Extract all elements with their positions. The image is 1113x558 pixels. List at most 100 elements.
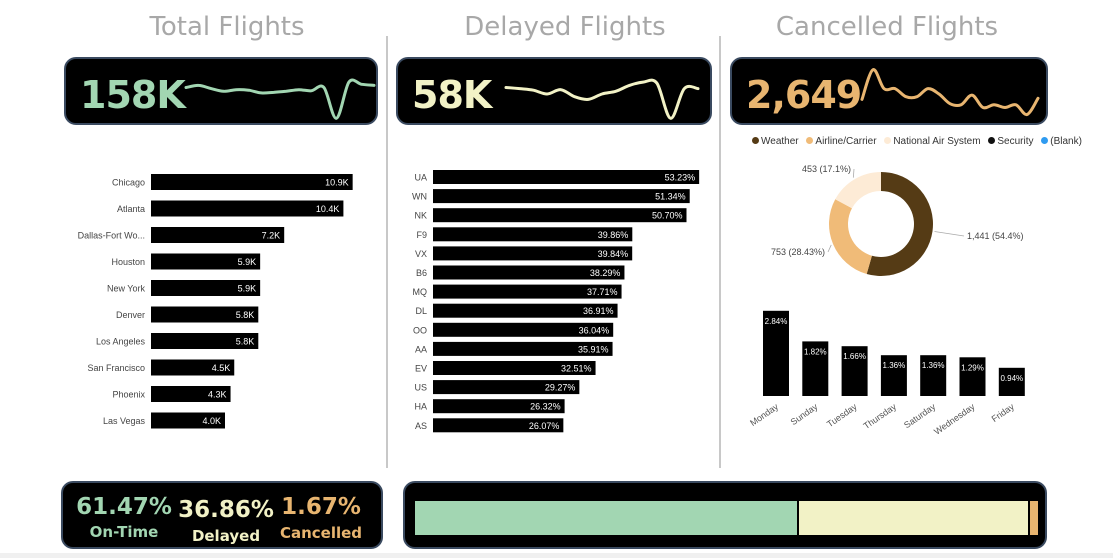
category-label: UA [414, 173, 427, 183]
legend-item-weather[interactable]: Weather [752, 136, 799, 147]
category-label: Tuesday [825, 401, 859, 429]
sparkline-path [504, 78, 700, 120]
category-label: B6 [416, 268, 427, 278]
category-label: San Francisco [87, 363, 145, 373]
bar-value-label: 5.9K [238, 257, 257, 267]
bar-value-label: 50.70% [652, 211, 683, 221]
bar-value-label: 4.5K [212, 363, 231, 373]
category-label: VX [415, 249, 427, 259]
bar-value-label: 51.34% [655, 192, 686, 202]
category-label: NK [414, 211, 427, 221]
category-label: HA [414, 402, 427, 412]
bar[interactable] [433, 170, 700, 184]
divider-left [386, 36, 388, 468]
cancelled-flights-card[interactable]: 2,649 [730, 57, 1048, 125]
category-label: Phoenix [112, 390, 145, 400]
donut-slice-label: 453 (17.1%) [802, 164, 851, 174]
bar-value-label: 2.84% [765, 317, 788, 326]
bar-value-label: 37.71% [587, 287, 618, 297]
carrier-delay-bar-chart: UA 53.23% WN 51.34% NK 50.70% F9 39.86% VX 39.84%… [412, 170, 700, 433]
total-flights-value: 158K [80, 73, 186, 117]
legend-item-nas[interactable]: National Air System [884, 136, 981, 147]
day-of-week-bar-chart: 2.84% Monday 1.82% Sunday 1.66% Tuesday 1.36% T… [748, 310, 1025, 437]
category-label: WN [412, 192, 427, 202]
delayed-percentage: 36.86% [178, 497, 274, 523]
bar-value-label: 4.3K [208, 390, 227, 400]
donut-slice[interactable] [835, 172, 881, 209]
legend-item-airline[interactable]: Airline/Carrier [806, 136, 877, 147]
bar-value-label: 53.23% [665, 173, 696, 183]
delayed-flights-value: 58K [412, 73, 492, 117]
delayed-segment[interactable] [799, 501, 1028, 535]
bar-value-label: 10.9K [325, 178, 349, 188]
sparkline-path [860, 68, 1040, 117]
category-label: Houston [111, 257, 145, 267]
divider-right [719, 36, 721, 468]
donut-slice-label: 753 (28.43%) [771, 247, 825, 257]
donut-leader-line [934, 231, 965, 237]
legend-label-weather: Weather [761, 136, 799, 147]
bar-value-label: 38.29% [590, 268, 621, 278]
total-flights-title: Total Flights [149, 12, 305, 42]
category-label: Saturday [902, 401, 938, 430]
bar-value-label: 26.07% [529, 421, 560, 431]
category-label: Wednesday [932, 401, 977, 437]
cancelled-percentage: 1.67% [281, 494, 361, 520]
legend-label-blank: (Blank) [1050, 136, 1082, 147]
bar-value-label: 1.29% [961, 363, 984, 372]
category-label: MQ [413, 287, 428, 297]
category-label: Thursday [862, 401, 899, 431]
total-flights-card[interactable]: 158K [64, 57, 378, 125]
ontime-segment[interactable] [415, 501, 798, 535]
page-footer-line [0, 553, 1113, 558]
category-label: Dallas-Fort Wo... [78, 231, 145, 241]
bar-value-label: 5.8K [236, 310, 255, 320]
category-label: US [414, 383, 427, 393]
category-label: Friday [990, 401, 1017, 424]
legend-item-blank[interactable]: (Blank) [1041, 136, 1082, 147]
legend-dot-blank [1041, 137, 1049, 144]
cancelled-segment[interactable] [1029, 501, 1038, 535]
category-label: New York [107, 284, 146, 294]
summary-card[interactable]: 61.47% On-Time 36.86% Delayed 1.67% Canc… [61, 481, 383, 549]
bar-value-label: 7.2K [262, 231, 281, 241]
category-label: F9 [416, 230, 427, 240]
city-bar-chart: Chicago 10.9K Atlanta 10.4K Dallas-Fort Wo..… [78, 174, 353, 429]
cancelled-flights-value: 2,649 [746, 73, 862, 117]
donut-leader-line [827, 244, 832, 253]
legend-label-nas: National Air System [893, 136, 981, 147]
legend-dot-weather [752, 137, 759, 144]
bar-value-label: 1.66% [843, 352, 866, 361]
bar-value-label: 29.27% [545, 383, 576, 393]
bar[interactable] [433, 189, 690, 204]
bar-value-label: 36.04% [579, 325, 610, 335]
bar[interactable] [151, 200, 344, 217]
delayed-label: Delayed [191, 527, 261, 545]
ontime-label: On-Time [89, 523, 159, 541]
flight-status-stacked-bar[interactable] [403, 481, 1047, 549]
legend-label-airline: Airline/Carrier [815, 136, 877, 147]
bar[interactable] [433, 208, 687, 223]
category-label: DL [415, 306, 427, 316]
legend-dot-security [988, 137, 996, 144]
category-label: Chicago [112, 178, 145, 188]
legend-dot-nas [884, 137, 892, 144]
legend-item-security[interactable]: Security [988, 136, 1033, 147]
ontime-percentage: 61.47% [76, 494, 172, 520]
bar[interactable] [151, 174, 353, 190]
bar-value-label: 1.36% [883, 361, 906, 370]
cancelled-flights-sparkline [860, 68, 1040, 117]
bar-value-label: 35.91% [578, 344, 609, 354]
bar-value-label: 39.86% [598, 230, 629, 240]
cancelled-flights-title: Cancelled Flights [775, 12, 999, 42]
donut-slice-label: 1,441 (54.4%) [967, 231, 1024, 241]
category-label: Atlanta [117, 204, 145, 214]
bar-value-label: 10.4K [316, 204, 340, 214]
cancellation-donut-chart: 1,441 (54.4%) 753 (28.43%) 453 (17.1%) [771, 164, 1024, 276]
category-label: Monday [748, 401, 780, 428]
delayed-flights-card[interactable]: 58K [396, 57, 712, 125]
donut-slice[interactable] [829, 199, 872, 274]
bar-value-label: 32.51% [561, 364, 592, 374]
legend-dot-airline [806, 137, 814, 144]
delayed-flights-title: Delayed Flights [464, 12, 666, 42]
